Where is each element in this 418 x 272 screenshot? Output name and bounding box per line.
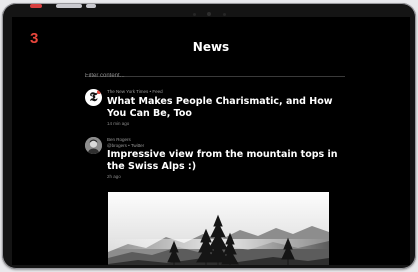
feed-item-body: Ben Rogers @brogers • Twitter Impressive… [107, 137, 355, 180]
user-avatar-icon [85, 137, 102, 154]
hardware-button-red [30, 4, 42, 8]
feed-item-nyt[interactable]: 𝕿 The New York Times • Feed What Makes P… [85, 89, 355, 131]
new-york-times-logo-icon: 𝕿 [85, 89, 102, 106]
feed-source: The New York Times • Feed [107, 89, 163, 94]
filter-input[interactable] [85, 69, 345, 83]
sensor-dot [223, 13, 226, 16]
feed-timestamp: 2h ago [107, 174, 121, 179]
front-camera [207, 12, 211, 16]
page-title: News [192, 40, 230, 54]
hardware-button [56, 4, 82, 8]
feed-timestamp: 14 min ago [107, 120, 130, 126]
feed-item-tweet[interactable]: Ben Rogers @brogers • Twitter Impressive… [85, 137, 355, 193]
feed-source: @brogers • Twitter [107, 142, 145, 148]
feed-headline[interactable]: What Makes People Charismatic, and How Y… [107, 96, 355, 120]
feed-headline[interactable]: Impressive view from the mountain tops i… [107, 149, 355, 173]
mountain-photo-icon[interactable] [108, 192, 329, 265]
hardware-button-small [86, 4, 96, 8]
filter-field[interactable] [85, 62, 345, 83]
app-screen: 3 News 𝕿 The New York Times • Feed What … [12, 17, 410, 265]
feed-item-body: The New York Times • Feed What Makes Peo… [107, 89, 355, 127]
tablet-frame: 3 News 𝕿 The New York Times • Feed What … [2, 3, 416, 269]
sensor-dot [193, 13, 196, 16]
